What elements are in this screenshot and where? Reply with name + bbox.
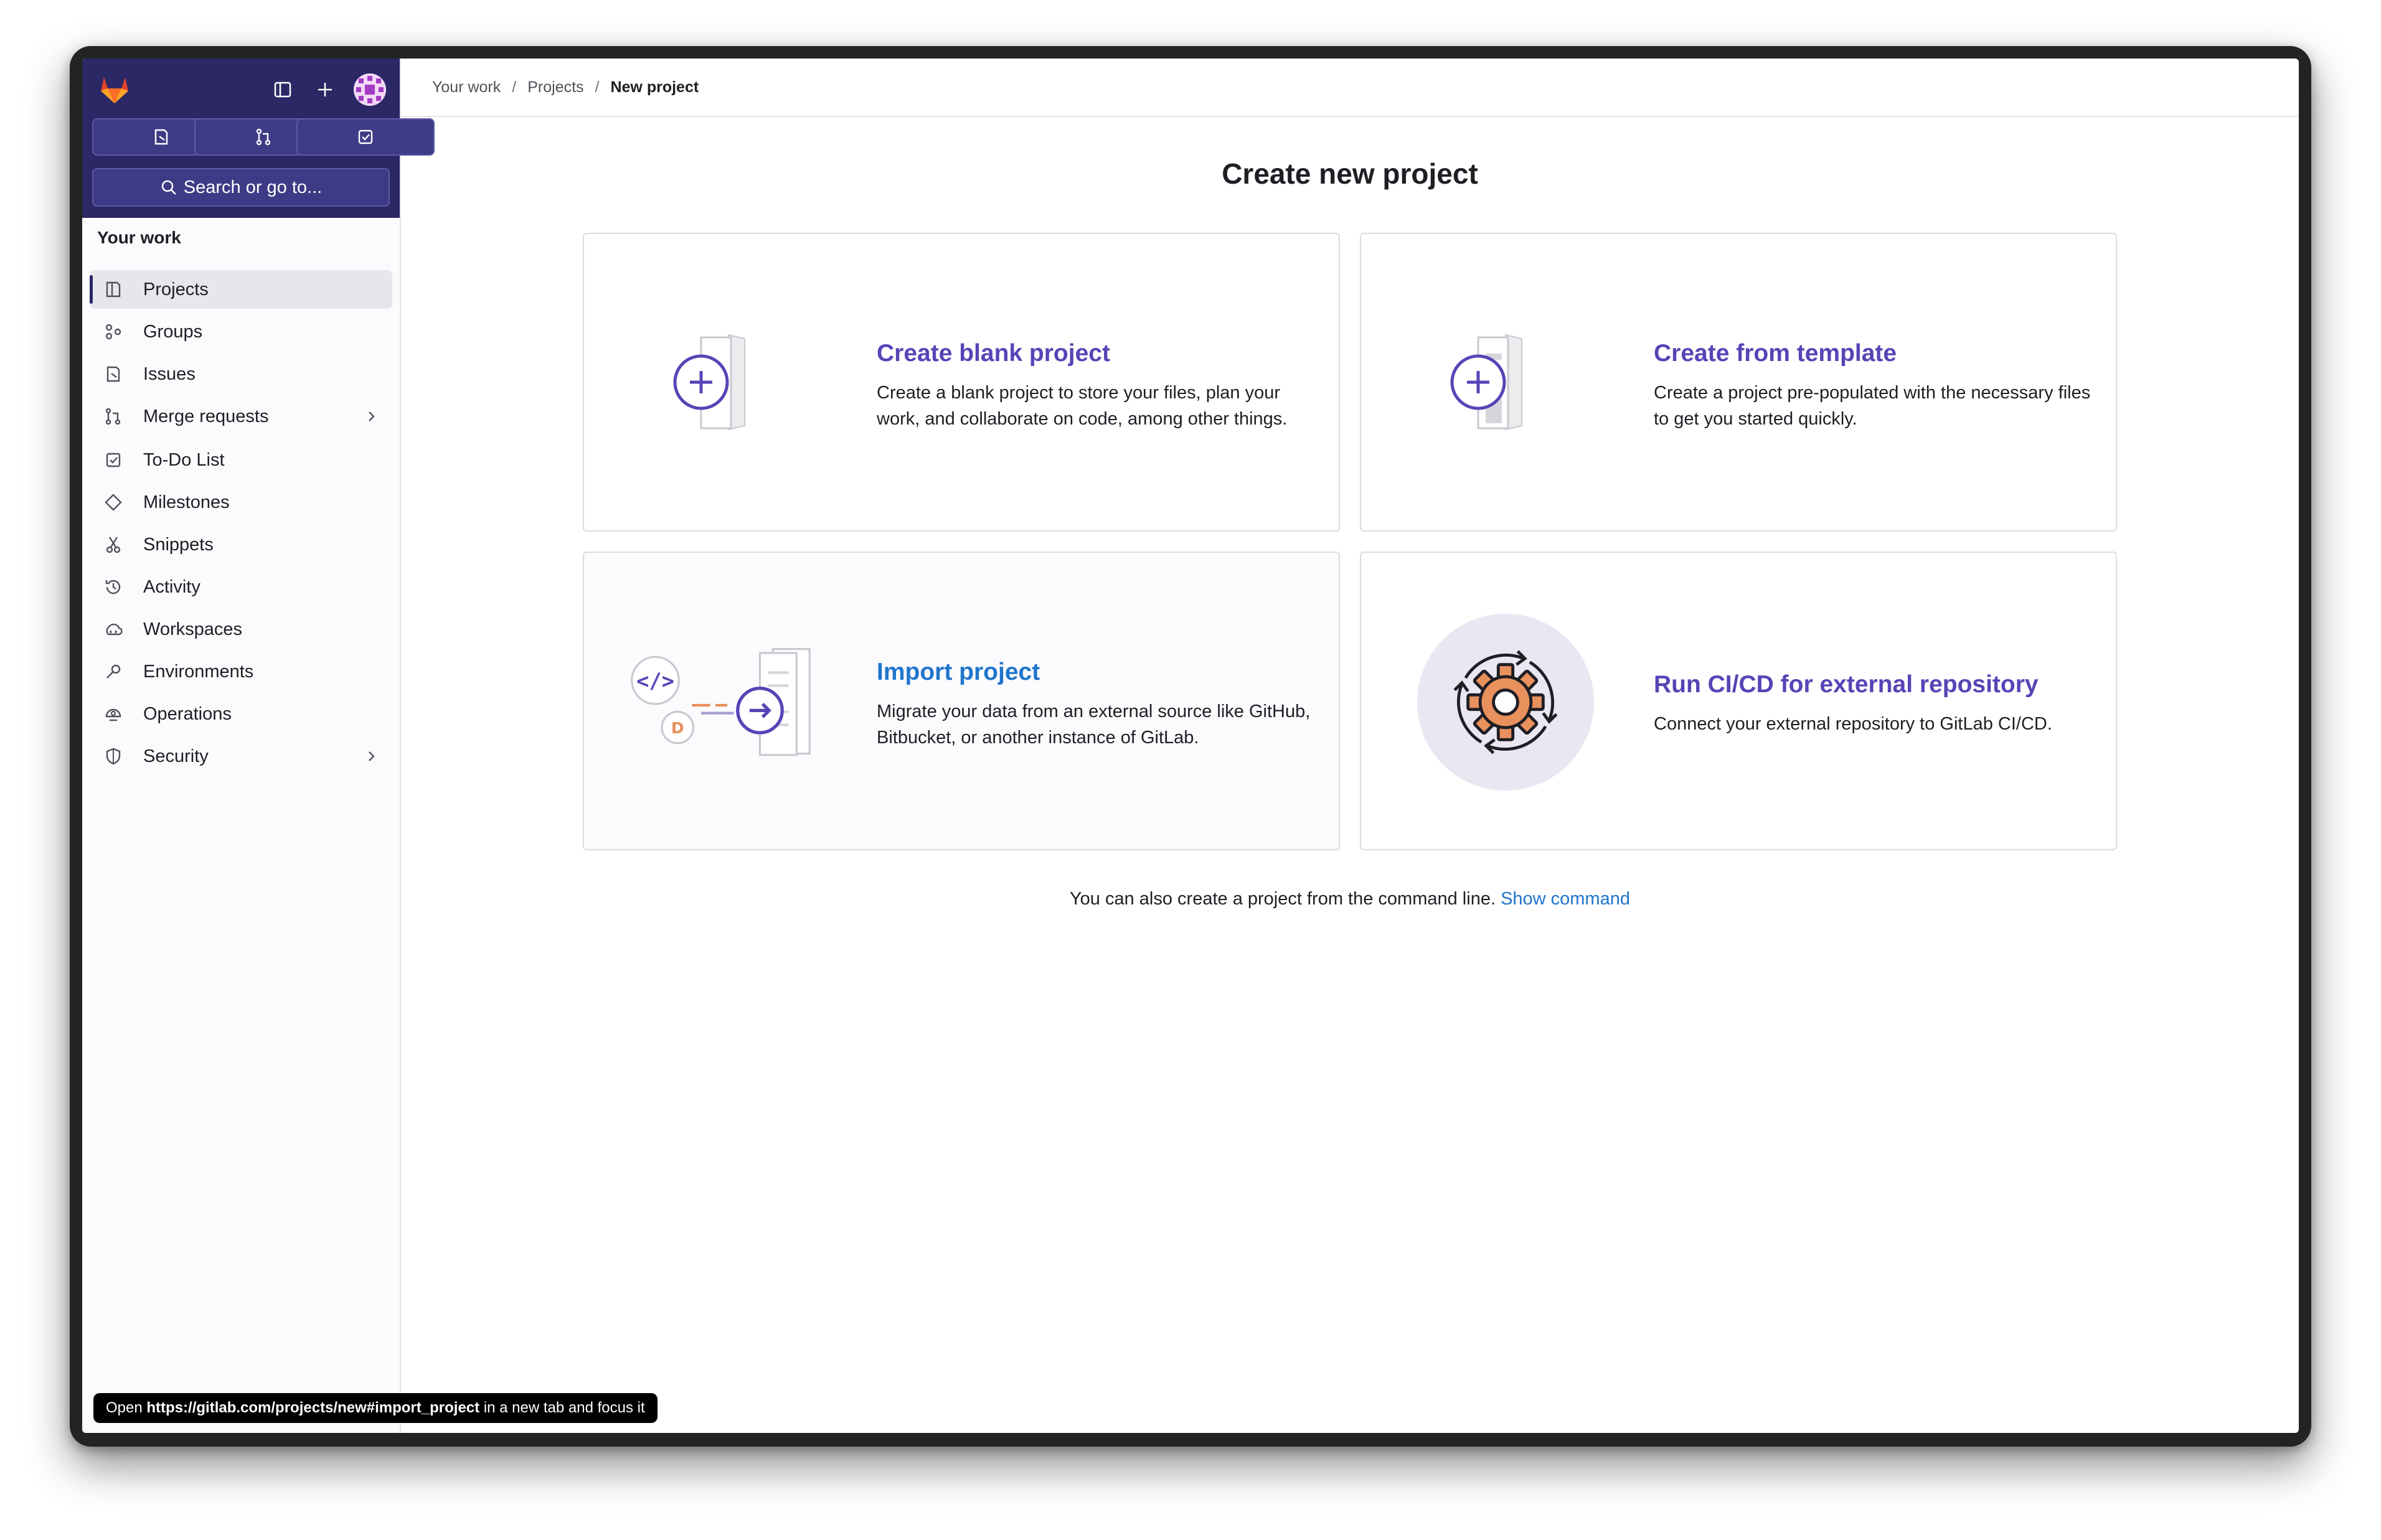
shield-icon [106, 748, 121, 765]
breadcrumb-current[interactable]: New project [610, 78, 699, 96]
sidebar-item-todo-list[interactable]: To-Do List [90, 441, 392, 479]
sidebar-item-label: Operations [143, 703, 232, 724]
sidebar-item-label: Activity [143, 576, 200, 597]
sidebar-item-label: Issues [143, 364, 196, 384]
breadcrumb-item-your-work[interactable]: Your work [432, 78, 501, 96]
chevron-right-icon [369, 411, 375, 421]
breadcrumb-separator: / [512, 78, 517, 96]
svg-text:D: D [671, 719, 684, 737]
operations-icon [105, 708, 121, 721]
card-text: Create blank project Create a blank proj… [877, 340, 1325, 432]
browser-window: Search or go to... Your work Projects Gr… [70, 46, 2311, 1447]
issues-icon [154, 129, 168, 145]
breadcrumb: Your work / Projects / New project [401, 59, 2299, 117]
card-description: Connect your external repository to GitL… [1654, 714, 2052, 734]
card-title: Create from template [1654, 340, 1897, 367]
import-illustration-icon: </> D [631, 648, 811, 756]
search-label: Search or go to... [183, 177, 323, 197]
issues-icon [106, 366, 120, 382]
workspace-icon [106, 623, 123, 636]
sidebar-item-label: Merge requests [143, 406, 269, 426]
sidebar-item-operations[interactable]: Operations [90, 695, 392, 733]
merge-request-icon [256, 128, 271, 146]
import-project-card[interactable]: </> D Import project Migrate your data f… [583, 552, 1340, 850]
sidebar-item-merge-requests[interactable]: Merge requests [90, 397, 392, 436]
create-from-template-card[interactable]: Create from template Create a project pr… [1360, 233, 2117, 532]
sidebar-item-label: Projects [143, 279, 209, 299]
breadcrumb-item-projects[interactable]: Projects [527, 78, 583, 96]
card-text: Import project Migrate your data from an… [877, 659, 1325, 751]
command-line-text: You can also create a project from the c… [1069, 889, 1496, 909]
environment-icon [106, 664, 121, 678]
snippet-icon [106, 537, 121, 553]
gitlab-logo-icon[interactable] [97, 72, 132, 107]
cicd-gear-illustration-icon [1417, 613, 1595, 791]
merge-request-icon [105, 408, 121, 425]
sidebar: Search or go to... Your work Projects Gr… [82, 59, 435, 1433]
breadcrumb-separator: / [595, 78, 600, 96]
sidebar-item-label: To-Do List [143, 449, 225, 470]
sidebar-item-snippets[interactable]: Snippets [90, 525, 392, 564]
sidebar-item-issues[interactable]: Issues [90, 355, 392, 393]
show-command-link[interactable]: Show command [1501, 889, 1630, 909]
card-title: Import project [877, 659, 1040, 685]
page-title: Create new project [1222, 157, 1478, 190]
create-blank-project-card[interactable]: Create blank project Create a blank proj… [583, 233, 1340, 532]
blank-project-illustration-icon [673, 334, 745, 431]
sidebar-section-title: Your work [97, 228, 181, 247]
card-description: Create a project pre-populated with the … [1654, 383, 2091, 429]
avatar[interactable] [354, 73, 386, 106]
status-url: https://gitlab.com/projects/new#import_p… [146, 1399, 480, 1416]
sidebar-toggle-icon[interactable] [269, 76, 296, 103]
sidebar-item-label: Security [143, 746, 209, 766]
milestone-icon [105, 494, 122, 511]
status-prefix: Open [106, 1399, 143, 1416]
plus-icon[interactable] [311, 76, 339, 103]
sidebar-item-label: Milestones [143, 492, 230, 512]
run-cicd-external-repo-card[interactable]: Run CI/CD for external repository Connec… [1360, 552, 2117, 850]
search-icon [161, 180, 176, 195]
sidebar-header: Search or go to... [82, 59, 435, 218]
chevron-right-icon [369, 751, 375, 761]
card-title: Run CI/CD for external repository [1654, 671, 2039, 698]
command-line-hint: You can also create a project from the c… [401, 889, 2299, 909]
app-screen: Search or go to... Your work Projects Gr… [82, 59, 2299, 1433]
todo-icon [358, 129, 373, 144]
link-status-tooltip: Open https://gitlab.com/projects/new#imp… [93, 1393, 658, 1423]
sidebar-item-milestones[interactable]: Milestones [90, 483, 392, 522]
sidebar-item-environments[interactable]: Environments [90, 652, 392, 691]
sidebar-item-groups[interactable]: Groups [90, 312, 392, 351]
sidebar-item-label: Environments [143, 661, 254, 682]
sidebar-item-security[interactable]: Security [90, 737, 392, 776]
sidebar-item-projects[interactable]: Projects [90, 270, 392, 309]
template-illustration-icon [1450, 334, 1522, 431]
sidebar-item-label: Workspaces [143, 619, 243, 639]
group-icon [105, 324, 121, 340]
svg-text:</>: </> [636, 669, 674, 693]
history-icon [105, 580, 121, 594]
card-description: Migrate your data from an external sourc… [877, 702, 1311, 748]
project-icon [106, 281, 121, 298]
search-button[interactable]: Search or go to... [92, 168, 390, 207]
todo-shortcut-button[interactable] [296, 118, 435, 156]
card-text: Run CI/CD for external repository Connec… [1654, 671, 2102, 737]
card-text: Create from template Create a project pr… [1654, 340, 2102, 432]
card-title: Create blank project [877, 340, 1110, 367]
status-suffix: in a new tab and focus it [483, 1399, 645, 1416]
sidebar-item-workspaces[interactable]: Workspaces [90, 610, 392, 649]
todo-icon [106, 453, 121, 467]
card-description: Create a blank project to store your fil… [877, 383, 1288, 429]
sidebar-item-label: Snippets [143, 534, 214, 555]
sidebar-item-activity[interactable]: Activity [90, 568, 392, 606]
sidebar-item-label: Groups [143, 321, 203, 342]
